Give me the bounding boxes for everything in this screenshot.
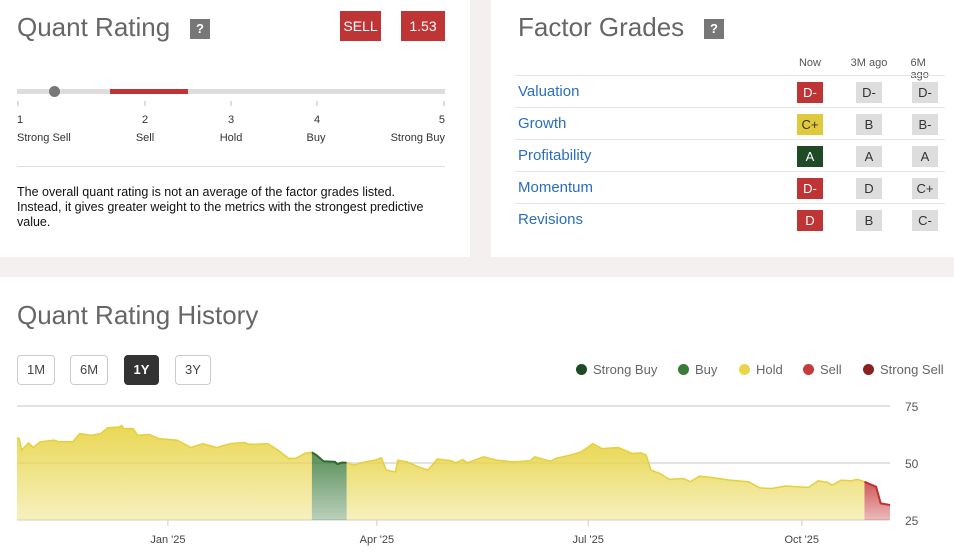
factor-link[interactable]: Momentum	[518, 179, 593, 196]
score-badge: 1.53	[401, 11, 445, 41]
grade-now: D-	[797, 82, 823, 103]
scale-number: 1	[17, 114, 24, 126]
tick	[316, 101, 318, 106]
y-tick-label: 50	[905, 457, 919, 471]
area-hold	[346, 443, 865, 520]
grade-6m: C+	[912, 178, 938, 199]
rating-badge: SELL	[340, 11, 381, 41]
col-3m: 3M ago	[850, 57, 888, 69]
grade-6m: C-	[912, 210, 938, 231]
factor-row-growth: Growth C+ B B-	[515, 107, 945, 139]
rating-marker	[48, 86, 60, 97]
grade-now: C+	[797, 114, 823, 135]
scale-number: 3	[227, 114, 235, 126]
y-tick-label: 25	[905, 514, 919, 528]
help-icon[interactable]: ?	[704, 19, 724, 39]
grade-now: D-	[797, 178, 823, 199]
col-now: Now	[798, 57, 822, 69]
factor-link[interactable]: Profitability	[518, 147, 591, 164]
scale-label: Buy	[306, 132, 326, 144]
scale-label: Strong Sell	[17, 132, 71, 144]
rating-scale-sell-zone	[110, 89, 188, 94]
y-tick-label: 75	[905, 400, 919, 414]
grade-3m: D	[856, 178, 882, 199]
scale-number: 5	[438, 114, 445, 126]
factor-link[interactable]: Growth	[518, 115, 566, 132]
grade-6m: B-	[912, 114, 938, 135]
grade-3m: D-	[856, 82, 882, 103]
quant-rating-history-panel: Quant Rating History 1M 6M 1Y 3Y Strong …	[0, 277, 954, 554]
factor-row-momentum: Momentum D- D C+	[515, 171, 945, 203]
grade-6m: A	[912, 146, 938, 167]
factor-link[interactable]: Revisions	[518, 211, 583, 228]
tick	[17, 101, 19, 106]
tick	[230, 101, 232, 106]
rating-scale-track	[17, 89, 445, 94]
factor-row-valuation: Valuation D- D- D-	[515, 75, 945, 107]
grade-now: A	[797, 146, 823, 167]
x-tick-label: Jan '25	[150, 534, 185, 546]
scale-number: 2	[141, 114, 149, 126]
grade-3m: B	[856, 210, 882, 231]
grade-now: D	[797, 210, 823, 231]
scale-label: Hold	[219, 132, 243, 144]
quant-rating-title: Quant Rating	[17, 12, 171, 42]
x-tick-label: Apr '25	[360, 534, 395, 546]
factor-grades-title: Factor Grades	[518, 12, 685, 42]
rating-description: The overall quant rating is not an avera…	[17, 185, 424, 229]
grade-3m: B	[856, 114, 882, 135]
x-tick-label: Oct '25	[785, 534, 820, 546]
divider	[17, 166, 445, 167]
factor-row-profitability: Profitability A A A	[515, 139, 945, 171]
factor-link[interactable]: Valuation	[518, 83, 579, 100]
tick	[443, 101, 445, 106]
quant-rating-panel: Quant Rating ? SELL 1.53 1 2 3 4 5 Stron…	[0, 0, 470, 257]
grade-6m: D-	[912, 82, 938, 103]
help-icon[interactable]: ?	[190, 19, 210, 39]
scale-number: 4	[313, 114, 321, 126]
x-tick-label: Jul '25	[572, 534, 603, 546]
factor-row-revisions: Revisions D B C-	[515, 203, 945, 235]
scale-label: Sell	[135, 132, 155, 144]
grade-3m: A	[856, 146, 882, 167]
tick	[144, 101, 146, 106]
rating-history-chart[interactable]: 75 50 25 Jan '25 Apr '25 Jul '25 Oct '25	[0, 277, 954, 554]
scale-label: Strong Buy	[390, 132, 445, 144]
factor-grades-panel: Factor Grades ? Now 3M ago 6M ago Valuat…	[491, 0, 954, 257]
